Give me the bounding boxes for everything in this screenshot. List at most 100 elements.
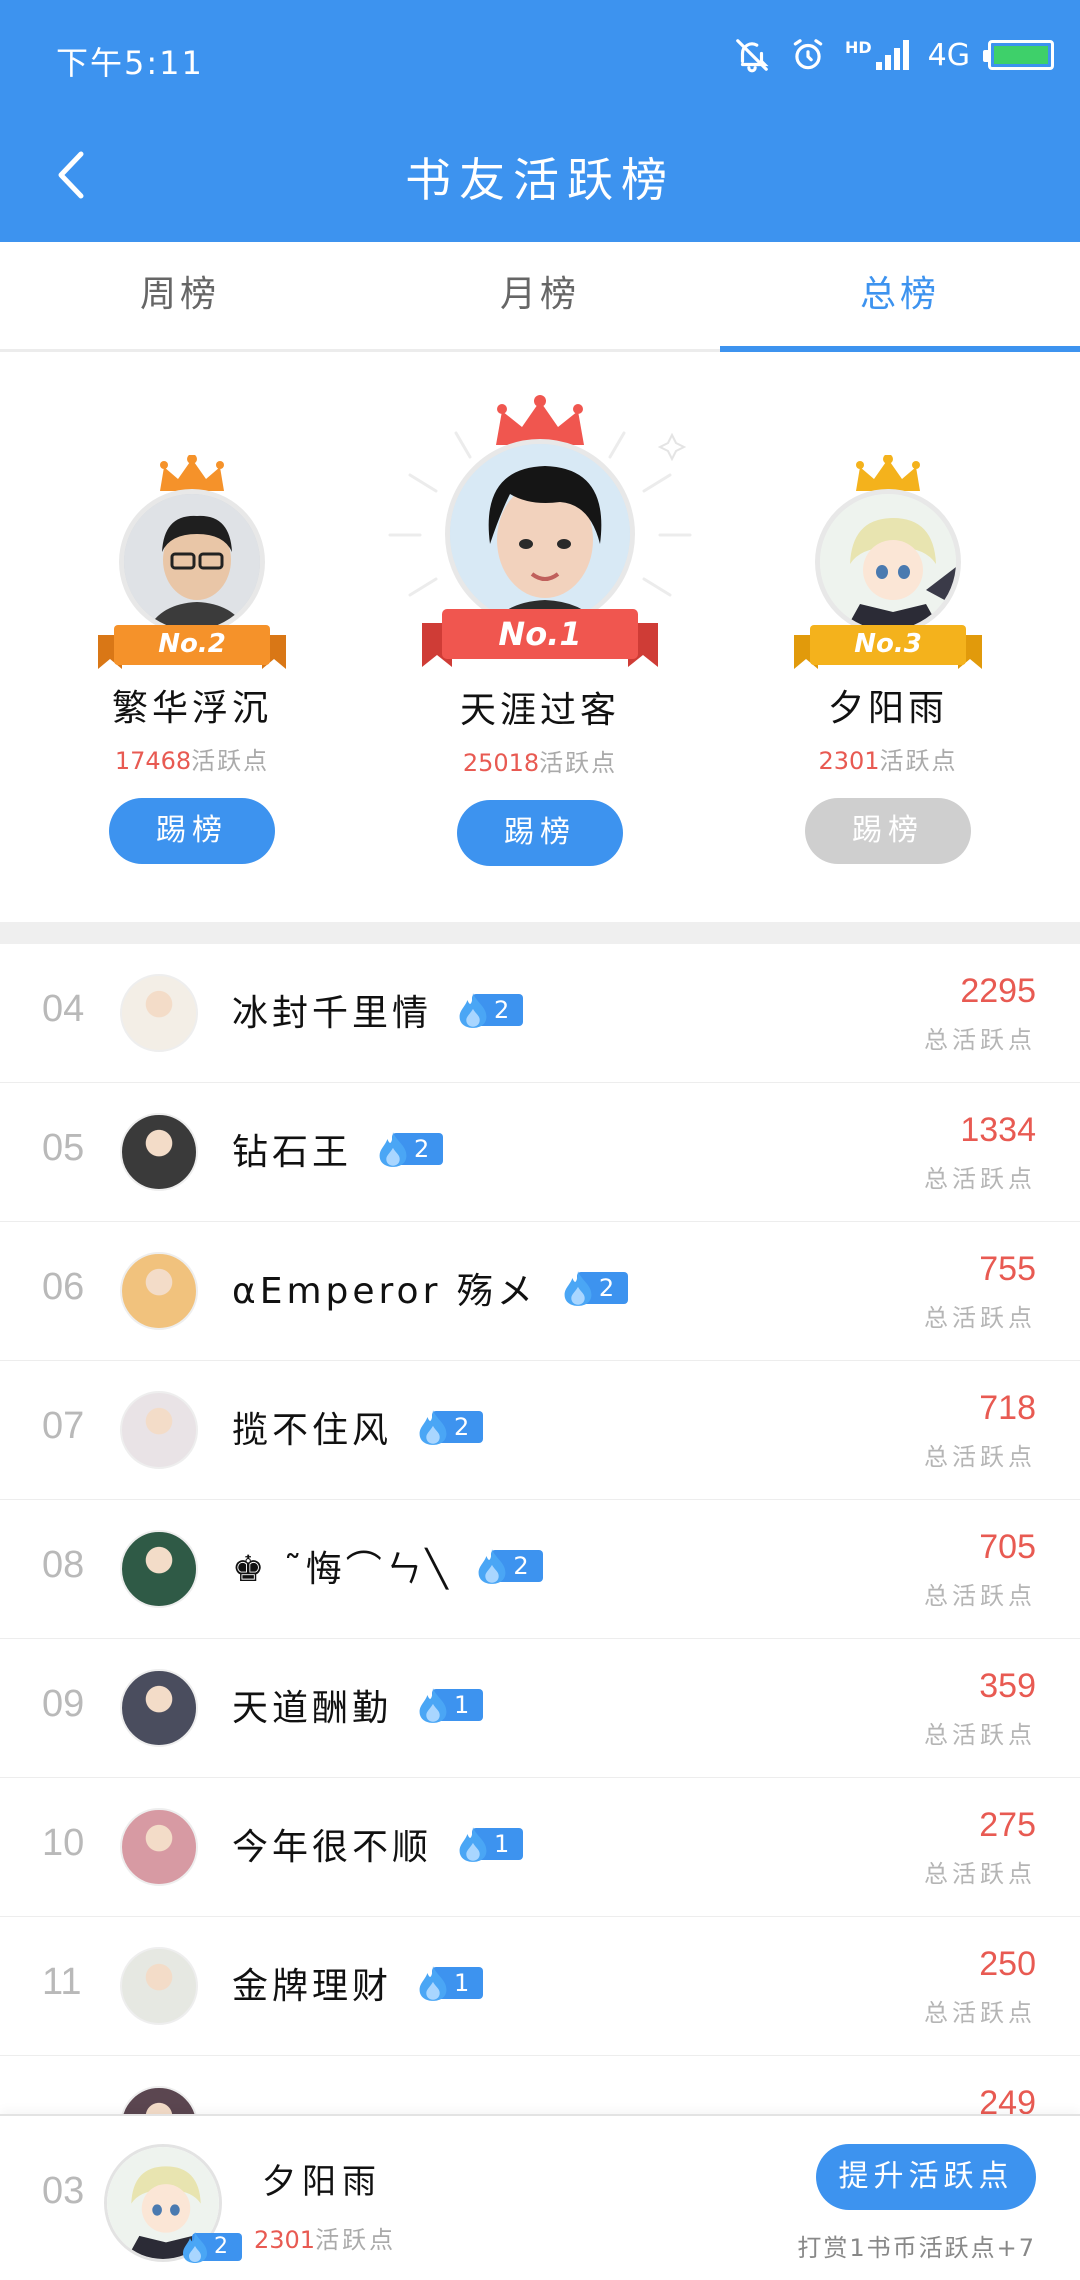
rank-number: 09	[42, 1683, 85, 1725]
rank-ribbon: No.1	[422, 603, 658, 673]
activity-unit: 总活跃点	[924, 1999, 1036, 2027]
podium-second: No.2 繁华浮沉 17468活跃点 踢榜	[62, 455, 322, 864]
list-item[interactable]: 11 金牌理财 1 250 总活跃点	[0, 1917, 1080, 2056]
avatar-frame: No.2	[92, 455, 292, 705]
list-item[interactable]: 07 揽不住风 2 718 总活跃点	[0, 1361, 1080, 1500]
rank-ribbon: No.3	[794, 619, 982, 675]
my-level-badge: 2	[180, 2230, 242, 2264]
list-item[interactable]: 249	[0, 2056, 1080, 2114]
boost-activity-button[interactable]: 提升活跃点	[816, 2144, 1036, 2210]
avatar	[120, 1808, 198, 1886]
score-value: 2301	[254, 2226, 316, 2254]
user-name: 冰封千里情 2	[232, 984, 524, 1036]
flame-icon	[459, 1827, 487, 1862]
score-unit: 活跃点	[539, 749, 618, 777]
status-bar: 下午5:11 HD 4G	[0, 0, 1080, 110]
tab-total[interactable]: 总榜	[720, 242, 1080, 352]
my-rank-bar: 03 2 夕阳雨 2301活跃点 提升活跃点 打赏1书币活跃点+7	[0, 2114, 1080, 2280]
tab-monthly[interactable]: 月榜	[360, 242, 720, 349]
rank-number: 05	[42, 1127, 85, 1169]
activity-score: 755	[979, 1250, 1036, 1288]
activity-unit: 总活跃点	[924, 1582, 1036, 1610]
user-name: 钻石王 2	[232, 1123, 444, 1175]
kick-button[interactable]: 踢榜	[805, 798, 971, 864]
podium: No.2 繁华浮沉 17468活跃点 踢榜 No.1 天涯过客 25018活跃点…	[0, 355, 1080, 922]
kick-button[interactable]: 踢榜	[109, 798, 275, 864]
rank-number: 10	[42, 1822, 85, 1864]
activity-unit: 总活跃点	[924, 1304, 1036, 1332]
status-icons: HD 4G	[733, 36, 1054, 74]
user-name-text: αEmperor 殇メ	[232, 1271, 537, 1312]
avatar	[119, 489, 265, 635]
list-item[interactable]: 08 ♚ ˜悔⌒ㄣ╲ 2 705 总活跃点	[0, 1500, 1080, 1639]
list-item[interactable]: 09 天道酬勤 1 359 总活跃点	[0, 1639, 1080, 1778]
app-header: 下午5:11 HD 4G 书友活跃榜	[0, 0, 1080, 242]
kick-button[interactable]: 踢榜	[457, 800, 623, 866]
activity-score: 250	[979, 1945, 1036, 1983]
rank-number: 11	[42, 1961, 82, 2003]
rank-number: 04	[42, 988, 85, 1030]
podium-score: 2301活跃点	[758, 741, 1018, 776]
flame-icon	[379, 1132, 407, 1167]
signal-icon	[875, 40, 909, 70]
avatar	[120, 974, 198, 1052]
user-name: 揽不住风 2	[232, 1401, 484, 1453]
my-name: 夕阳雨	[262, 2162, 382, 2202]
rank-label: No.3	[854, 629, 922, 659]
flame-icon	[459, 993, 487, 1028]
boost-hint: 打赏1书币活跃点+7	[797, 2234, 1036, 2262]
list-item[interactable]: 06 αEmperor 殇メ 2 755 总活跃点	[0, 1222, 1080, 1361]
score-unit: 活跃点	[879, 747, 958, 775]
activity-unit: 总活跃点	[924, 1860, 1036, 1888]
activity-unit: 总活跃点	[924, 1165, 1036, 1193]
nav-bar: 书友活跃榜	[0, 120, 1080, 230]
avatar	[120, 1113, 198, 1191]
list-item[interactable]: 04 冰封千里情 2 2295 总活跃点	[0, 944, 1080, 1083]
activity-score: 249	[979, 2084, 1036, 2114]
flame-icon	[419, 1688, 447, 1723]
level-badge: 2	[456, 993, 524, 1028]
avatar-frame: No.3	[788, 455, 988, 705]
bell-off-icon	[736, 39, 769, 73]
activity-unit: 总活跃点	[924, 1026, 1036, 1054]
avatar	[445, 439, 635, 629]
rank-label: No.1	[498, 615, 582, 653]
user-name-text: 天道酬勤	[232, 1688, 393, 1729]
user-name-text: 冰封千里情	[232, 993, 433, 1034]
activity-score: 2295	[960, 972, 1036, 1010]
rank-label: No.2	[158, 629, 226, 659]
rank-number: 08	[42, 1544, 85, 1586]
activity-unit: 总活跃点	[924, 1721, 1036, 1749]
score-unit: 活跃点	[315, 2226, 397, 2254]
user-name: 今年很不顺 1	[232, 1818, 524, 1870]
level-badge: 2	[376, 1132, 444, 1167]
activity-score: 275	[979, 1806, 1036, 1844]
avatar	[120, 1391, 198, 1469]
my-score: 2301活跃点	[254, 2220, 396, 2255]
score-unit: 活跃点	[191, 747, 270, 775]
tab-weekly[interactable]: 周榜	[0, 242, 360, 349]
flame-icon	[419, 1410, 447, 1445]
status-time: 下午5:11	[56, 44, 204, 82]
page-title: 书友活跃榜	[405, 153, 675, 207]
my-rank-number: 03	[42, 2170, 85, 2212]
user-name: 天道酬勤 1	[232, 1679, 484, 1731]
podium-first: No.1 天涯过客 25018活跃点 踢榜	[388, 395, 692, 866]
activity-unit: 总活跃点	[924, 1443, 1036, 1471]
rank-number: 07	[42, 1405, 85, 1447]
rank-ribbon: No.2	[98, 619, 286, 675]
flame-icon	[478, 1549, 506, 1584]
list-item[interactable]: 05 钻石王 2 1334 总活跃点	[0, 1083, 1080, 1222]
avatar	[120, 2086, 198, 2114]
flame-icon	[419, 1966, 447, 2001]
user-name: αEmperor 殇メ 2	[232, 1262, 629, 1314]
user-name-text: 钻石王	[232, 1132, 353, 1173]
activity-score: 705	[979, 1528, 1036, 1566]
avatar	[120, 1252, 198, 1330]
list-item[interactable]: 10 今年很不顺 1 275 总活跃点	[0, 1778, 1080, 1917]
level-badge: 1	[416, 1688, 484, 1723]
user-name-text: ♚ ˜悔⌒ㄣ╲	[232, 1549, 452, 1590]
avatar-frame: No.1	[388, 395, 692, 707]
alarm-icon	[793, 39, 823, 70]
section-divider	[0, 922, 1080, 944]
